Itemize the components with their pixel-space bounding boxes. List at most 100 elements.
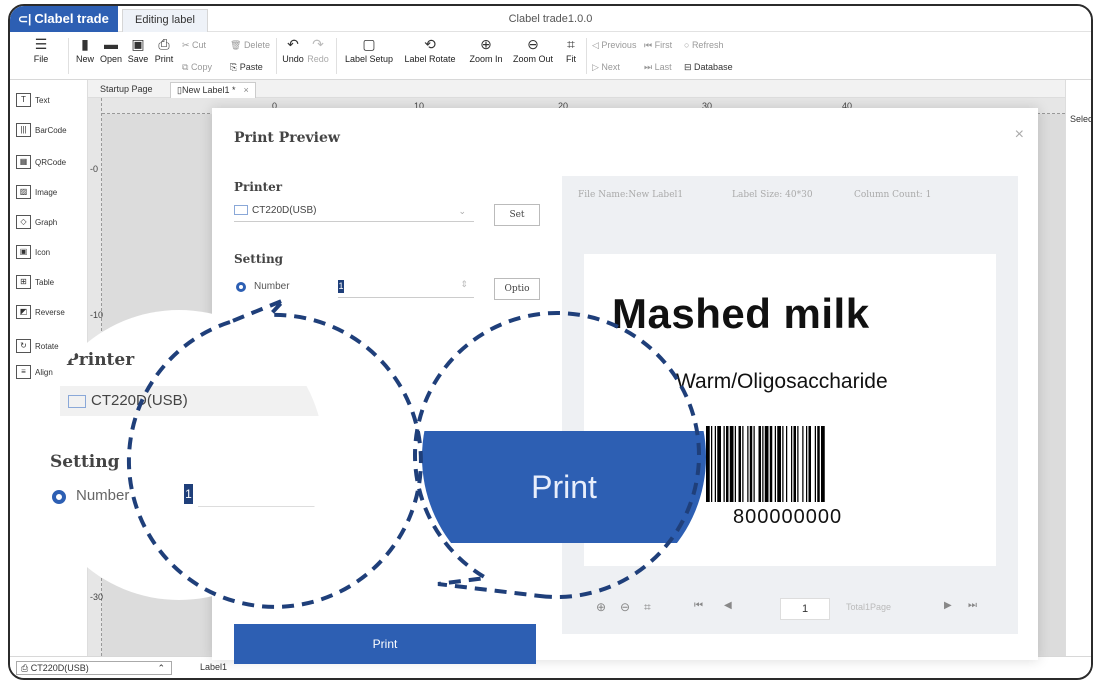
undo-button[interactable]: ↶ Undo bbox=[282, 36, 304, 64]
sidebar-item-label: Rotate bbox=[35, 341, 59, 351]
save-label: Save bbox=[127, 54, 149, 64]
spinner-icon[interactable]: ⇕ bbox=[460, 279, 468, 290]
tab-new-label1-title: New Label1 * bbox=[181, 85, 236, 95]
barcode-bar bbox=[791, 426, 793, 502]
zoom-in-label: Zoom In bbox=[469, 54, 503, 64]
tab-new-label1[interactable]: ▯New Label1 * × bbox=[170, 82, 256, 98]
barcode-bar bbox=[717, 426, 721, 502]
next-page-icon[interactable]: ▶ bbox=[944, 600, 952, 611]
barcode-bar bbox=[723, 426, 725, 502]
sidebar-item-qrcode[interactable]: ▦ QRCode bbox=[16, 152, 66, 172]
redo-button[interactable]: ↷ Redo bbox=[306, 36, 330, 64]
chevron-up-icon: ⌃ bbox=[157, 663, 165, 673]
zoom-out-icon[interactable]: ⊖ bbox=[620, 600, 630, 614]
sidebar-item-label: QRCode bbox=[35, 157, 67, 167]
barcode-bar bbox=[817, 426, 820, 502]
previous-button[interactable]: ◁ Previous bbox=[592, 40, 636, 51]
barcode-bar bbox=[742, 426, 744, 502]
status-label-name: Label1 bbox=[200, 662, 228, 672]
sidebar-item-label: Align bbox=[35, 367, 53, 377]
barcode-bar bbox=[797, 426, 799, 502]
next-button[interactable]: ▷ Next bbox=[592, 62, 620, 73]
zoom-in-button[interactable]: ⊕ Zoom In bbox=[466, 36, 506, 64]
printer-icon: ⎙ bbox=[21, 663, 31, 673]
zoom-out-button[interactable]: ⊖ Zoom Out bbox=[510, 36, 556, 64]
icon-icon: ▣ bbox=[16, 245, 31, 259]
label-setup-icon: ▢ bbox=[362, 36, 376, 52]
last-button[interactable]: ⏭ Last bbox=[644, 62, 672, 73]
trash-icon: 🗑 bbox=[230, 40, 244, 50]
barcode-bar bbox=[802, 426, 804, 502]
next-icon: ▷ bbox=[592, 62, 602, 72]
image-icon: ▨ bbox=[16, 185, 31, 199]
sidebar-item-label: Reverse bbox=[35, 307, 65, 317]
label-barcode bbox=[706, 426, 825, 502]
tab-startup-page[interactable]: Startup Page bbox=[94, 82, 159, 98]
cut-button[interactable]: ✂ Cut bbox=[182, 40, 206, 51]
database-button[interactable]: ⊟ Database bbox=[684, 62, 733, 73]
file-label: File bbox=[33, 54, 49, 64]
label-rotate-button[interactable]: ⟲ Label Rotate bbox=[400, 36, 460, 64]
label-setup-button[interactable]: ▢ Label Setup bbox=[342, 36, 396, 64]
paste-button[interactable]: ⎘ Paste bbox=[230, 62, 263, 73]
undo-label: Undo bbox=[282, 54, 304, 64]
sidebar-item-label: BarCode bbox=[35, 125, 67, 135]
first-page-icon[interactable]: ⏮ bbox=[694, 600, 703, 611]
tab-editing-label[interactable]: Editing label bbox=[122, 9, 208, 32]
sidebar-item-rotate[interactable]: ↻ Rotate bbox=[16, 336, 59, 356]
sidebar-item-table[interactable]: ⊞ Table bbox=[16, 272, 54, 292]
barcode-bar bbox=[793, 426, 796, 502]
first-button[interactable]: ⏮ First bbox=[644, 40, 672, 51]
sidebar-item-image[interactable]: ▨ Image bbox=[16, 182, 57, 202]
number-value: 1 bbox=[338, 280, 344, 293]
printer-select[interactable]: CT220D(USB) ⌄ bbox=[234, 200, 474, 222]
new-button[interactable]: ▮ New bbox=[74, 36, 96, 64]
barcode-bar bbox=[821, 426, 825, 502]
database-label: Database bbox=[694, 62, 733, 72]
fit-button[interactable]: ⌗ Fit bbox=[562, 36, 580, 64]
barcode-bar bbox=[769, 426, 773, 502]
sidebar-item-reverse[interactable]: ◩ Reverse bbox=[16, 302, 65, 322]
previous-page-icon[interactable]: ◀ bbox=[724, 600, 732, 611]
callout-print-label: Print bbox=[531, 469, 597, 505]
sidebar-item-label: Image bbox=[35, 187, 58, 197]
label-rotate-label: Label Rotate bbox=[404, 54, 456, 64]
sidebar-item-align[interactable]: ≡ Align bbox=[16, 362, 53, 382]
page-input[interactable]: 1 bbox=[780, 598, 830, 620]
print-button[interactable]: ⎙ Print bbox=[152, 36, 176, 64]
file-button[interactable]: ☰ File bbox=[24, 36, 58, 64]
save-button[interactable]: ▣ Save bbox=[126, 36, 150, 64]
callout-radio bbox=[52, 490, 66, 504]
callout-printer-heading: Printer bbox=[66, 350, 135, 370]
brand-tab[interactable]: ⊂| Clabel trade bbox=[10, 6, 118, 32]
barcode-bar bbox=[738, 426, 741, 502]
graph-icon: ◇ bbox=[16, 215, 31, 229]
number-radio[interactable] bbox=[236, 282, 246, 292]
number-input[interactable]: 1 ⇕ bbox=[338, 276, 474, 298]
copy-button[interactable]: ⧉ Copy bbox=[182, 62, 212, 73]
close-tab-icon[interactable]: × bbox=[244, 85, 249, 95]
sidebar-item-graph[interactable]: ◇ Graph bbox=[16, 212, 57, 232]
fit-icon[interactable]: ⌗ bbox=[644, 600, 651, 615]
barcode-bar bbox=[758, 426, 761, 502]
open-button[interactable]: ▬ Open bbox=[98, 36, 124, 64]
sidebar-item-barcode[interactable]: ||| BarCode bbox=[16, 120, 67, 140]
set-button[interactable]: Set bbox=[494, 204, 540, 226]
zoom-in-icon[interactable]: ⊕ bbox=[596, 600, 606, 614]
close-icon[interactable]: × bbox=[1015, 126, 1024, 144]
delete-button[interactable]: 🗑 Delete bbox=[230, 40, 270, 51]
sidebar-item-icon[interactable]: ▣ Icon bbox=[16, 242, 50, 262]
total-pages: Total1Page bbox=[846, 602, 892, 612]
sidebar-item-text[interactable]: T Text bbox=[16, 90, 50, 110]
barcode-bar bbox=[749, 426, 753, 502]
barcode-bar bbox=[808, 426, 811, 502]
refresh-button[interactable]: ○ Refresh bbox=[684, 40, 723, 50]
cut-label: Cut bbox=[192, 40, 207, 50]
dialog-title: Print Preview bbox=[234, 130, 340, 146]
barcode-bar bbox=[814, 426, 816, 502]
print-button[interactable]: Print bbox=[234, 624, 536, 664]
status-printer-select[interactable]: ⎙ CT220D(USB) ⌃ bbox=[16, 661, 172, 675]
next-label: Next bbox=[601, 62, 620, 72]
option-button[interactable]: Optio bbox=[494, 278, 540, 300]
last-page-icon[interactable]: ⏭ bbox=[968, 600, 977, 611]
